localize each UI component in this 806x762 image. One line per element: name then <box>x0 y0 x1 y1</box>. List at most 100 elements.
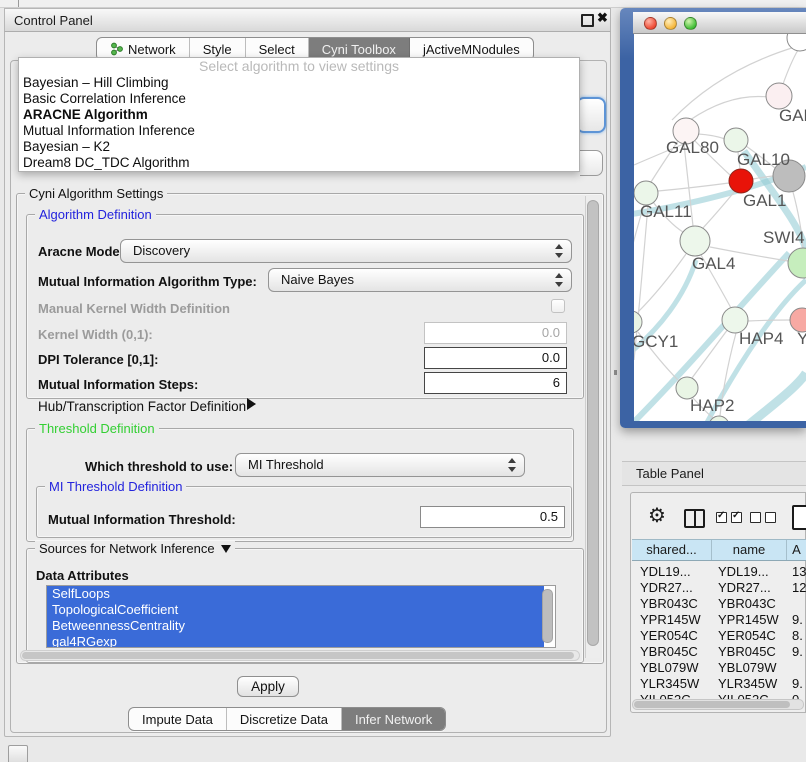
edge[interactable] <box>690 96 768 120</box>
mi-threshold-field[interactable]: 0.5 <box>420 506 565 528</box>
mi-steps-field[interactable]: 6 <box>424 372 567 394</box>
list-item[interactable]: SelfLoops <box>47 586 544 602</box>
cell-value: 9. <box>792 644 806 659</box>
table-row[interactable]: YDL19... YDL19... 13 <box>632 564 806 580</box>
select-all-checks-icon[interactable] <box>716 512 742 523</box>
cell-value: 9. <box>792 676 806 691</box>
node-label: HAP4 <box>739 329 783 348</box>
edge[interactable] <box>748 320 790 321</box>
cell-value: 9. <box>792 612 806 627</box>
dropdown-option[interactable]: Basic Correlation Inference <box>19 91 579 107</box>
table-row[interactable]: YPR145W YPR145W 9. <box>632 612 806 628</box>
mi-type-combobox[interactable]: Naive Bayes <box>268 268 572 292</box>
node-label: SWI4 <box>763 228 805 247</box>
tab-jactivemnodules-label: jActiveMNodules <box>423 42 520 57</box>
cell-value: 8. <box>792 628 806 643</box>
cell-name: YLR345W <box>718 676 788 691</box>
network-canvas[interactable]: GAL GAL80 GAL10 GAL1 GAL11 SWI4 GAL4 GCY… <box>634 34 806 421</box>
table-row[interactable]: YLR345W YLR345W 9. <box>632 676 806 692</box>
settings-vscrollbar-thumb[interactable] <box>587 200 599 646</box>
corner-button[interactable] <box>8 745 28 762</box>
deselect-all-checks-icon[interactable] <box>750 512 776 523</box>
column-header-name[interactable]: name <box>712 540 787 560</box>
list-item[interactable]: TopologicalCoefficient <box>47 602 544 618</box>
collapsed-arrow-icon[interactable] <box>247 398 256 410</box>
list-item[interactable]: gal4RGexp <box>47 634 544 648</box>
aracne-mode-combobox[interactable]: Discovery <box>120 239 572 263</box>
cell-name: YPR145W <box>718 612 788 627</box>
expanded-arrow-icon[interactable] <box>221 545 231 553</box>
float-window-icon[interactable] <box>581 14 594 27</box>
edge[interactable] <box>658 183 729 191</box>
kernel-width-label: Kernel Width (0,1): <box>38 327 153 342</box>
dropdown-option[interactable]: Bayesian – K2 <box>19 139 579 155</box>
node-gcy1[interactable] <box>634 311 642 333</box>
table-hscrollbar-thumb[interactable] <box>634 701 790 708</box>
dropdown-option[interactable]: Bayesian – Hill Climbing <box>19 75 579 91</box>
network-window-titlebar[interactable] <box>633 12 806 34</box>
cell-shared-name: YBR045C <box>640 644 712 659</box>
table-row[interactable]: YDR27... YDR27... 12 <box>632 580 806 596</box>
gear-icon[interactable]: ⚙ <box>648 506 666 526</box>
mi-steps-label: Mutual Information Steps: <box>38 377 198 392</box>
document-icon[interactable] <box>792 505 806 530</box>
tab-impute-data[interactable]: Impute Data <box>129 708 227 730</box>
obscured-combobox-focus[interactable] <box>576 97 606 133</box>
node-label: GAL4 <box>692 254 735 273</box>
cell-value: 13 <box>792 564 806 579</box>
edge[interactable] <box>783 50 798 84</box>
table-row[interactable]: YER054C YER054C 8. <box>632 628 806 644</box>
cyni-algorithm-settings-title: Cyni Algorithm Settings <box>25 186 167 201</box>
edge[interactable] <box>638 254 686 312</box>
cell-name: YIL052C <box>718 692 788 699</box>
cell-shared-name: YDR27... <box>640 580 712 595</box>
hub-definition-toggle[interactable]: Hub/Transcription Factor Definition <box>38 399 246 414</box>
minimize-traffic-button[interactable] <box>664 17 677 30</box>
column-header-partial[interactable]: A <box>787 540 806 560</box>
node-label: GCY1 <box>634 332 678 351</box>
which-threshold-combobox[interactable]: MI Threshold <box>235 453 525 477</box>
table-row[interactable]: YBR043C YBR043C <box>632 596 806 612</box>
tab-discretize-data[interactable]: Discretize Data <box>227 708 342 730</box>
apply-button[interactable]: Apply <box>237 676 299 697</box>
kernel-width-field[interactable]: 0.0 <box>424 322 567 344</box>
node-swi4[interactable] <box>788 248 806 278</box>
tab-select-label: Select <box>259 42 295 57</box>
node-gal4[interactable] <box>680 226 710 256</box>
table-row[interactable]: YBR045C YBR045C 9. <box>632 644 806 660</box>
node-label: Y <box>797 329 806 348</box>
algorithm-definition-title: Algorithm Definition <box>35 207 156 222</box>
dpi-tolerance-field[interactable]: 0.0 <box>424 347 567 369</box>
panel-title: Control Panel <box>14 13 93 28</box>
list-vscrollbar-thumb[interactable] <box>542 589 553 643</box>
node-gal10[interactable] <box>724 128 748 152</box>
settings-hscrollbar-thumb[interactable] <box>22 652 574 659</box>
dropdown-option[interactable]: Dream8 DC_TDC Algorithm <box>19 155 579 171</box>
close-icon[interactable]: ✖ <box>597 10 608 26</box>
manual-kernel-label: Manual Kernel Width Definition <box>38 301 230 316</box>
node-gal1-selected[interactable] <box>729 169 753 193</box>
table-row[interactable]: YBL079W YBL079W <box>632 660 806 676</box>
tab-infer-network[interactable]: Infer Network <box>342 708 445 730</box>
cell-shared-name: YLR345W <box>640 676 712 691</box>
cell-shared-name: YBR043C <box>640 596 712 611</box>
cell-shared-name: YBL079W <box>640 660 712 675</box>
zoom-traffic-button[interactable] <box>684 17 697 30</box>
dropdown-option[interactable]: Mutual Information Inference <box>19 123 579 139</box>
tab-infer-network-label: Infer Network <box>355 712 432 727</box>
table-row-partial[interactable]: YIL052C YIL052C 0. <box>632 692 806 699</box>
panel-divider-grip[interactable] <box>614 370 617 375</box>
dpi-tolerance-label: DPI Tolerance [0,1]: <box>38 352 158 367</box>
split-panel-icon[interactable] <box>684 509 705 528</box>
threshold-definition-title: Threshold Definition <box>35 421 159 436</box>
list-item[interactable]: BetweennessCentrality <box>47 618 544 634</box>
manual-kernel-checkbox[interactable] <box>551 299 565 313</box>
node-label: GAL10 <box>737 150 790 169</box>
close-traffic-button[interactable] <box>644 17 657 30</box>
dropdown-option-highlighted[interactable]: ARACNE Algorithm <box>19 107 579 123</box>
edge[interactable] <box>742 373 806 421</box>
cell-name: YER054C <box>718 628 788 643</box>
node-label: GAL80 <box>666 138 719 157</box>
column-header-shared-name[interactable]: shared... <box>632 540 712 560</box>
screen: Control Panel ✖ Network Style Select Cyn… <box>0 0 806 762</box>
